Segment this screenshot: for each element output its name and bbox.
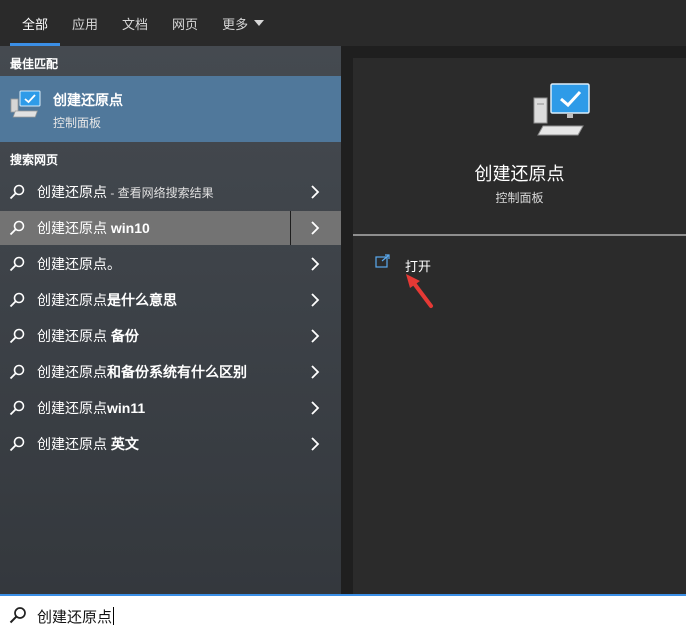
search-input[interactable]: 创建还原点 (37, 606, 115, 627)
best-match-name: 创建还原点 (53, 92, 123, 108)
chevron-right-icon[interactable] (309, 400, 321, 416)
search-icon (9, 607, 26, 624)
tab-documents[interactable]: 文档 (110, 0, 160, 46)
open-external-icon[interactable] (375, 254, 391, 268)
chevron-right-icon[interactable] (309, 256, 321, 272)
windows-search-window: 全部 应用 文档 网页 更多 最佳匹配 创建还原点 控制面板 搜索网页 创建还原… (0, 0, 686, 636)
web-result-text: 创建还原点。 (37, 256, 121, 272)
web-result-item[interactable]: 创建还原点和备份系统有什么区别 (0, 355, 341, 389)
search-icon (9, 292, 25, 308)
search-icon (9, 220, 25, 236)
web-result-text: 创建还原点 备份 (37, 328, 139, 344)
tab-apps[interactable]: 应用 (60, 0, 110, 46)
web-result-item[interactable]: 创建还原点 备份 (0, 319, 341, 353)
web-result-item[interactable]: 创建还原点 英文 (0, 427, 341, 461)
search-icon (9, 364, 25, 380)
tab-label: 应用 (72, 16, 99, 32)
search-icon (9, 184, 25, 200)
preview-divider (353, 234, 686, 236)
chevron-right-icon[interactable] (309, 292, 321, 308)
tab-web[interactable]: 网页 (160, 0, 210, 46)
caret-down-icon (254, 20, 265, 26)
preview-subtitle: 控制面板 (495, 191, 544, 205)
web-result-item[interactable]: 创建还原点win11 (0, 391, 341, 425)
web-result-text: 创建还原点 英文 (37, 436, 139, 452)
web-result-item[interactable]: 创建还原点 - 查看网络搜索结果 (0, 175, 341, 209)
annotation-arrow (406, 274, 433, 308)
preview-title: 创建还原点 (474, 164, 565, 184)
search-icon (9, 328, 25, 344)
computer-icon (10, 90, 41, 118)
preview-panel: 创建还原点 控制面板 打开 (353, 58, 686, 594)
search-icon (9, 400, 25, 416)
row-divider (290, 211, 291, 245)
tab-label: 文档 (122, 16, 149, 32)
web-result-text: 创建还原点win11 (37, 400, 146, 416)
web-result-item[interactable]: 创建还原点是什么意思 (0, 283, 341, 317)
chevron-right-icon[interactable] (309, 364, 321, 380)
text-cursor (113, 607, 115, 625)
best-match-type: 控制面板 (53, 116, 102, 130)
web-result-item[interactable]: 创建还原点。 (0, 247, 341, 281)
tab-label: 网页 (172, 16, 199, 32)
results-panel: 最佳匹配 创建还原点 控制面板 搜索网页 创建还原点 - 查看网络搜索结果 创建… (0, 46, 341, 594)
tab-all[interactable]: 全部 (10, 0, 61, 46)
search-icon (9, 436, 25, 452)
chevron-right-icon[interactable] (309, 436, 321, 452)
chevron-right-icon[interactable] (309, 328, 321, 344)
web-result-item[interactable]: 创建还原点 win10 (0, 211, 341, 245)
search-box[interactable]: 创建还原点 (0, 594, 686, 636)
web-result-text: 创建还原点 - 查看网络搜索结果 (37, 184, 214, 200)
best-match-heading: 最佳匹配 (10, 57, 59, 71)
search-icon (9, 256, 25, 272)
web-result-text: 创建还原点和备份系统有什么区别 (37, 364, 247, 380)
best-match-item[interactable]: 创建还原点 控制面板 (0, 76, 341, 142)
chevron-right-icon[interactable] (309, 220, 321, 236)
search-scope-tabs: 全部 应用 文档 网页 更多 (0, 0, 686, 46)
tab-label: 更多 (222, 16, 249, 32)
search-web-heading: 搜索网页 (10, 153, 59, 167)
web-result-text: 创建还原点 win10 (37, 220, 150, 236)
computer-icon (533, 83, 590, 136)
web-result-text: 创建还原点是什么意思 (37, 292, 177, 308)
chevron-right-icon[interactable] (309, 184, 321, 200)
tab-more[interactable]: 更多 (210, 0, 276, 46)
tab-label: 全部 (22, 16, 49, 32)
